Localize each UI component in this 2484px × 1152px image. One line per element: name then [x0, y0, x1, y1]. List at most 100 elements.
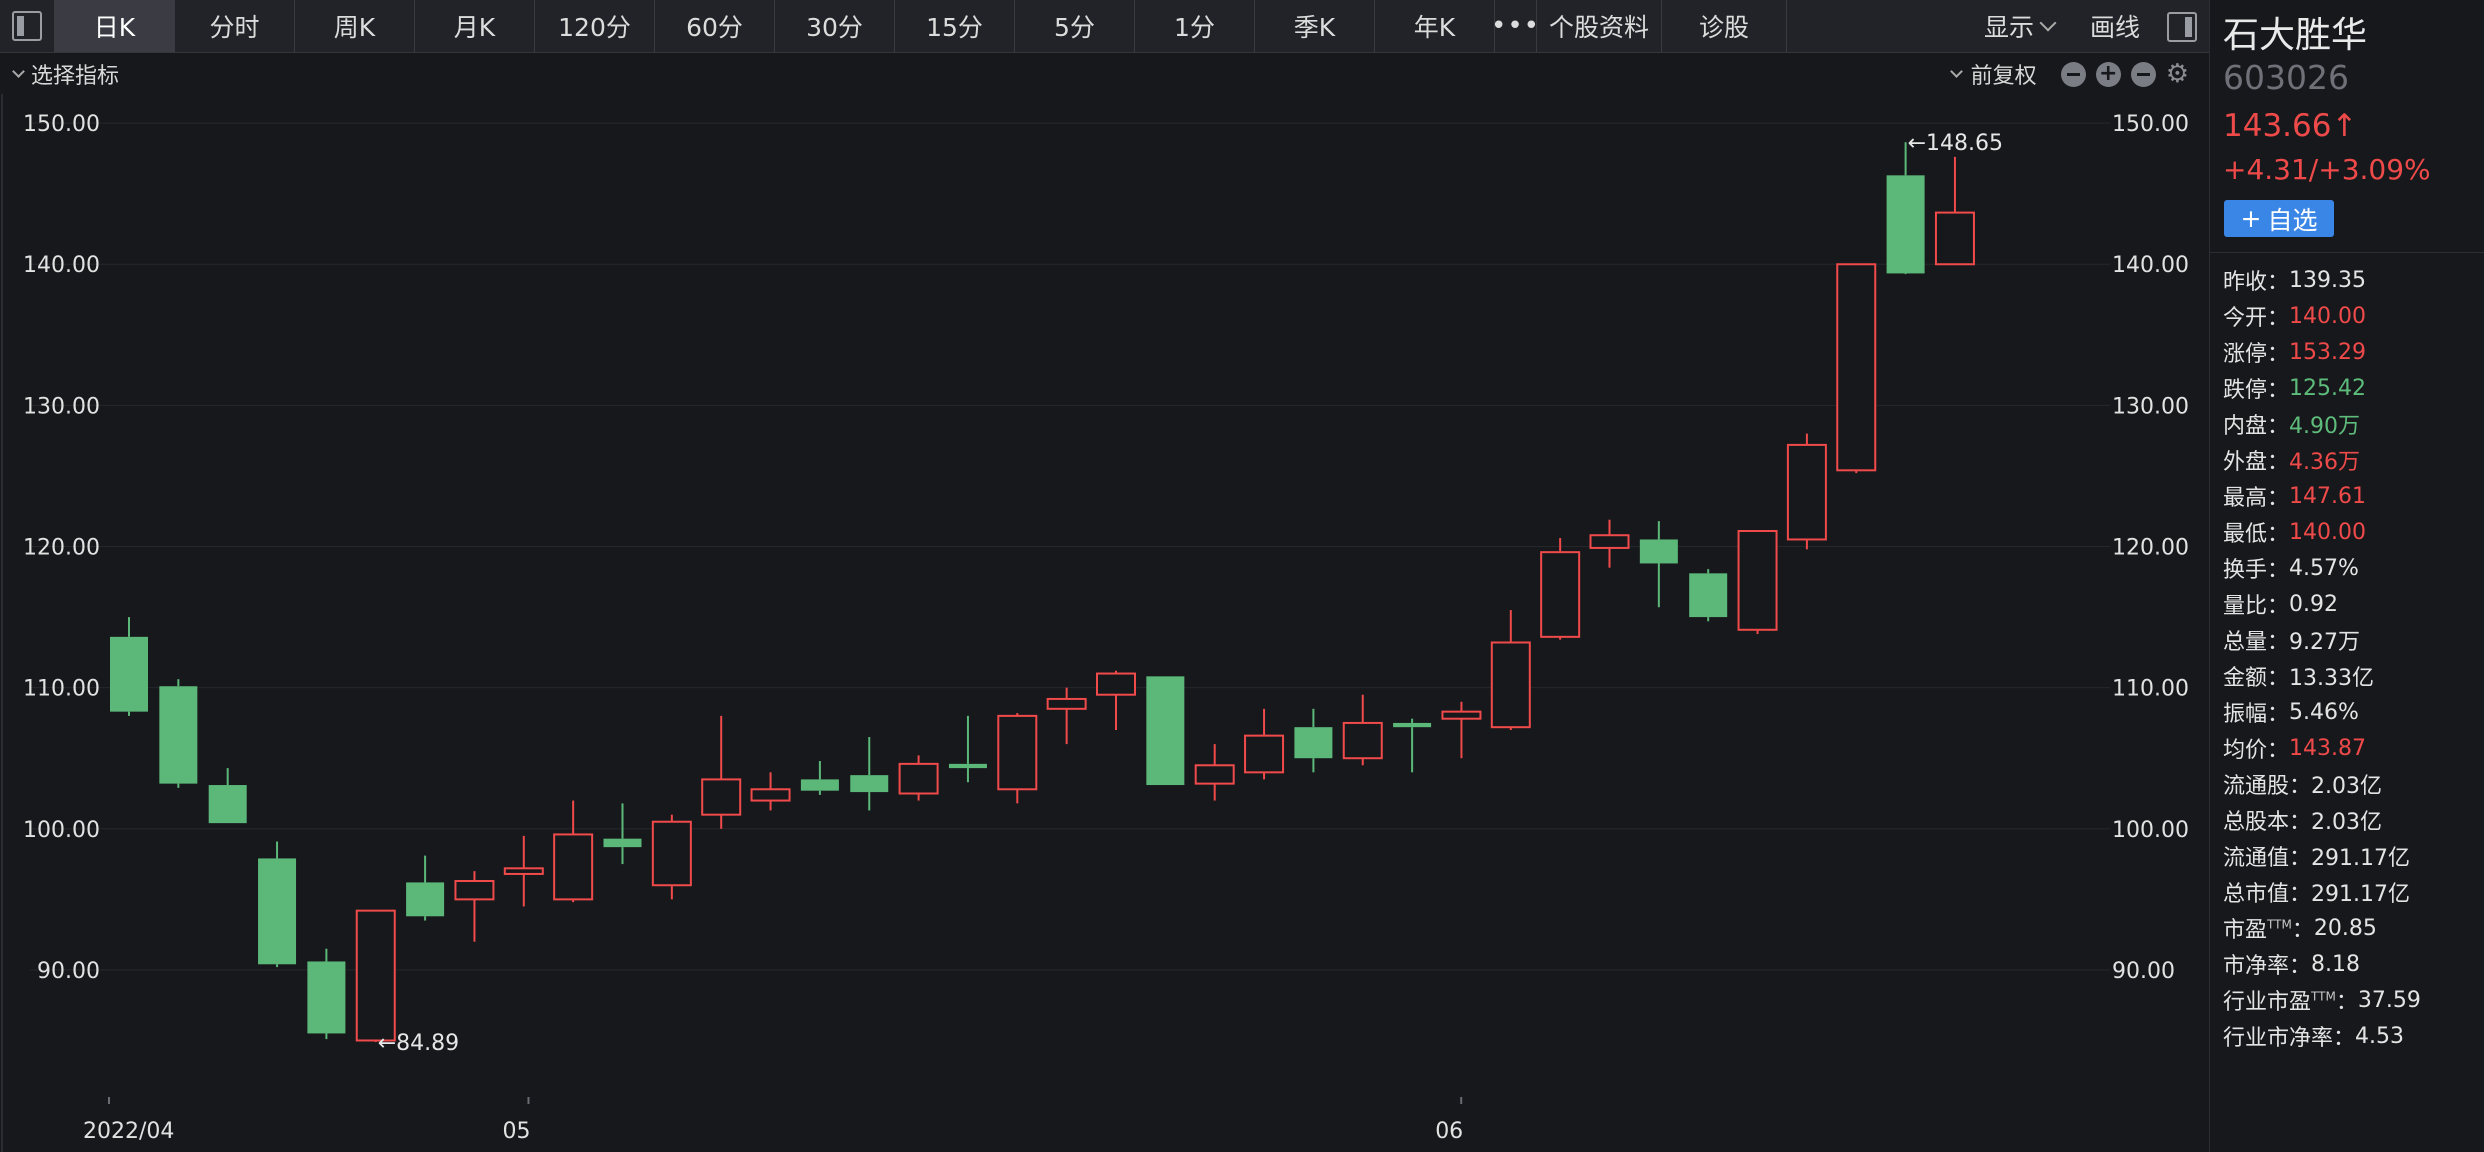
select-indicator-dropdown[interactable]: 选择指标 [0, 58, 119, 90]
stat-label: 总股本： [2223, 804, 2311, 836]
draw-lines-button[interactable]: 画线 [2075, 0, 2155, 52]
candle-body [1490, 641, 1531, 729]
stock-code: 603026 [2223, 58, 2349, 97]
quote-stat-row: 总量： 9.27万 [2223, 622, 2421, 658]
quote-panel: 石大胜华 603026 143.66↑ +4.31/+3.09% + 自选 昨收… [2209, 0, 2484, 1152]
candle-body [1294, 727, 1333, 759]
stat-value: 4.53 [2355, 1023, 2404, 1049]
stat-value: 4.90万 [2289, 414, 2361, 439]
stat-label-text: 市盈 [2223, 918, 2268, 943]
quote-stat-row: 外盘： 4.36万 [2223, 442, 2421, 478]
quote-stat-row: 换手： 4.57% [2223, 550, 2421, 586]
stat-label: 均价： [2223, 732, 2289, 764]
tab-period[interactable]: 30分 [775, 0, 895, 52]
stat-value: 20.85 [2313, 915, 2377, 941]
candle-body [1146, 676, 1185, 786]
candle-body [1689, 573, 1728, 618]
stat-value: 125.42 [2289, 375, 2366, 401]
stat-label-text: 外盘： [2223, 450, 2290, 475]
tab-period[interactable]: 季K [1255, 0, 1375, 52]
display-dropdown[interactable]: 显示 [1963, 0, 2075, 52]
quote-stat-row: 行业市净率： 4.53 [2223, 1018, 2421, 1054]
quote-stat-row: 今开： 140.00 [2223, 298, 2421, 334]
tab-diagnosis[interactable]: 诊股 [1662, 0, 1787, 52]
stat-value: 147.61 [2289, 483, 2366, 509]
price-marker-label: ←148.65 [1908, 131, 2003, 156]
stat-label: 金额： [2223, 660, 2289, 692]
stat-label: 流通股： [2223, 768, 2311, 800]
candle-body [1786, 443, 1827, 541]
x-tick-label: 05 [502, 1119, 530, 1144]
stat-label-text: 金额： [2223, 666, 2290, 691]
stat-label: 总市值： [2223, 876, 2311, 908]
chevron-down-icon [12, 65, 25, 78]
candle-body [1194, 764, 1235, 785]
quote-stat-row: 市净率： 8.18 [2223, 946, 2421, 982]
stat-label-text: 昨收： [2223, 270, 2290, 295]
tab-period[interactable]: 5分 [1015, 0, 1135, 52]
stat-label-text: 涨停： [2223, 342, 2290, 367]
stat-label: 外盘： [2223, 444, 2289, 476]
stat-value: 13.33亿 [2289, 666, 2374, 691]
toggle-right-panel-button[interactable] [2155, 0, 2209, 53]
tab-period[interactable]: 分时 [175, 0, 295, 52]
stock-chart-app: 日K 分时 周K 月K 120分 60分 30分 15分 5分 1分 季K 年K ••• 个股资料 诊… [0, 0, 2484, 1152]
stat-label: 市盈TTM： [2223, 912, 2314, 944]
tab-period[interactable]: 120分 [535, 0, 655, 52]
y-tick-left: 130.00 [23, 394, 100, 419]
price-marker-label: ←84.89 [378, 1031, 459, 1056]
tab-period[interactable]: 日K [55, 0, 175, 52]
candle-body [1589, 534, 1630, 549]
stat-label-text: 跌停： [2223, 378, 2290, 403]
candle-body [355, 909, 396, 1042]
quote-stat-row: 跌停： 125.42 [2223, 370, 2421, 406]
stat-label-text: 量比： [2223, 594, 2290, 619]
stat-value: 143.87 [2289, 735, 2366, 761]
stat-label-text: 市净率： [2223, 954, 2312, 979]
tab-stock-profile[interactable]: 个股资料 [1537, 0, 1662, 52]
stat-value: 291.17亿 [2311, 846, 2410, 871]
gear-icon[interactable]: ⚙ [2166, 61, 2189, 87]
add-watchlist-button[interactable]: + 自选 [2224, 200, 2334, 237]
tab-period[interactable]: 年K [1375, 0, 1495, 52]
candle-body [800, 779, 839, 791]
stat-value: 5.46% [2289, 699, 2359, 725]
stat-label-sup: TTM [2267, 917, 2292, 932]
stat-value: 4.36万 [2289, 450, 2361, 475]
stat-label-text: 换手： [2223, 558, 2290, 583]
adjust-mode-dropdown[interactable]: 前复权 [1971, 58, 2037, 90]
more-periods-button[interactable]: ••• [1491, 0, 1539, 52]
tab-period[interactable]: 周K [295, 0, 415, 52]
candle-body [1096, 672, 1136, 696]
candle-body [110, 636, 148, 712]
candle-body [1639, 539, 1678, 564]
candle-body [1393, 722, 1432, 728]
zoom-in-icon[interactable]: + [2095, 61, 2121, 87]
stat-label: 振幅： [2223, 696, 2289, 728]
candle-body [997, 714, 1038, 791]
stat-label-text: 均价： [2223, 738, 2290, 763]
tab-period[interactable]: 60分 [655, 0, 775, 52]
collapse-icon[interactable] [2060, 61, 2086, 87]
price-value: 143.66 [2223, 108, 2332, 144]
stock-change: +4.31/+3.09% [2223, 153, 2431, 186]
candle-body [651, 820, 692, 887]
tab-period[interactable]: 月K [415, 0, 535, 52]
quote-stat-row: 量比： 0.92 [2223, 586, 2421, 622]
stat-label: 昨收： [2223, 264, 2289, 296]
stat-label: 今开： [2223, 300, 2289, 332]
candle-body [307, 961, 346, 1034]
stat-label-text: 总市值： [2223, 882, 2312, 907]
tab-period[interactable]: 1分 [1135, 0, 1255, 52]
toggle-left-panel-button[interactable] [0, 0, 55, 52]
y-tick-right: 130.00 [2112, 394, 2189, 419]
y-tick-right: 120.00 [2112, 536, 2189, 561]
candlestick-chart[interactable]: 150.00 150.00 140.00 140.00 130.00 130.00 120.… [0, 94, 2209, 1152]
zoom-out-icon[interactable] [2130, 61, 2156, 87]
candle-body [701, 778, 742, 816]
quote-stat-row: 均价： 143.87 [2223, 730, 2421, 766]
tab-period[interactable]: 15分 [895, 0, 1015, 52]
quote-stat-row: 总市值： 291.17亿 [2223, 874, 2421, 910]
stat-value: 2.03亿 [2311, 810, 2383, 835]
y-tick-right: 150.00 [2112, 112, 2189, 137]
